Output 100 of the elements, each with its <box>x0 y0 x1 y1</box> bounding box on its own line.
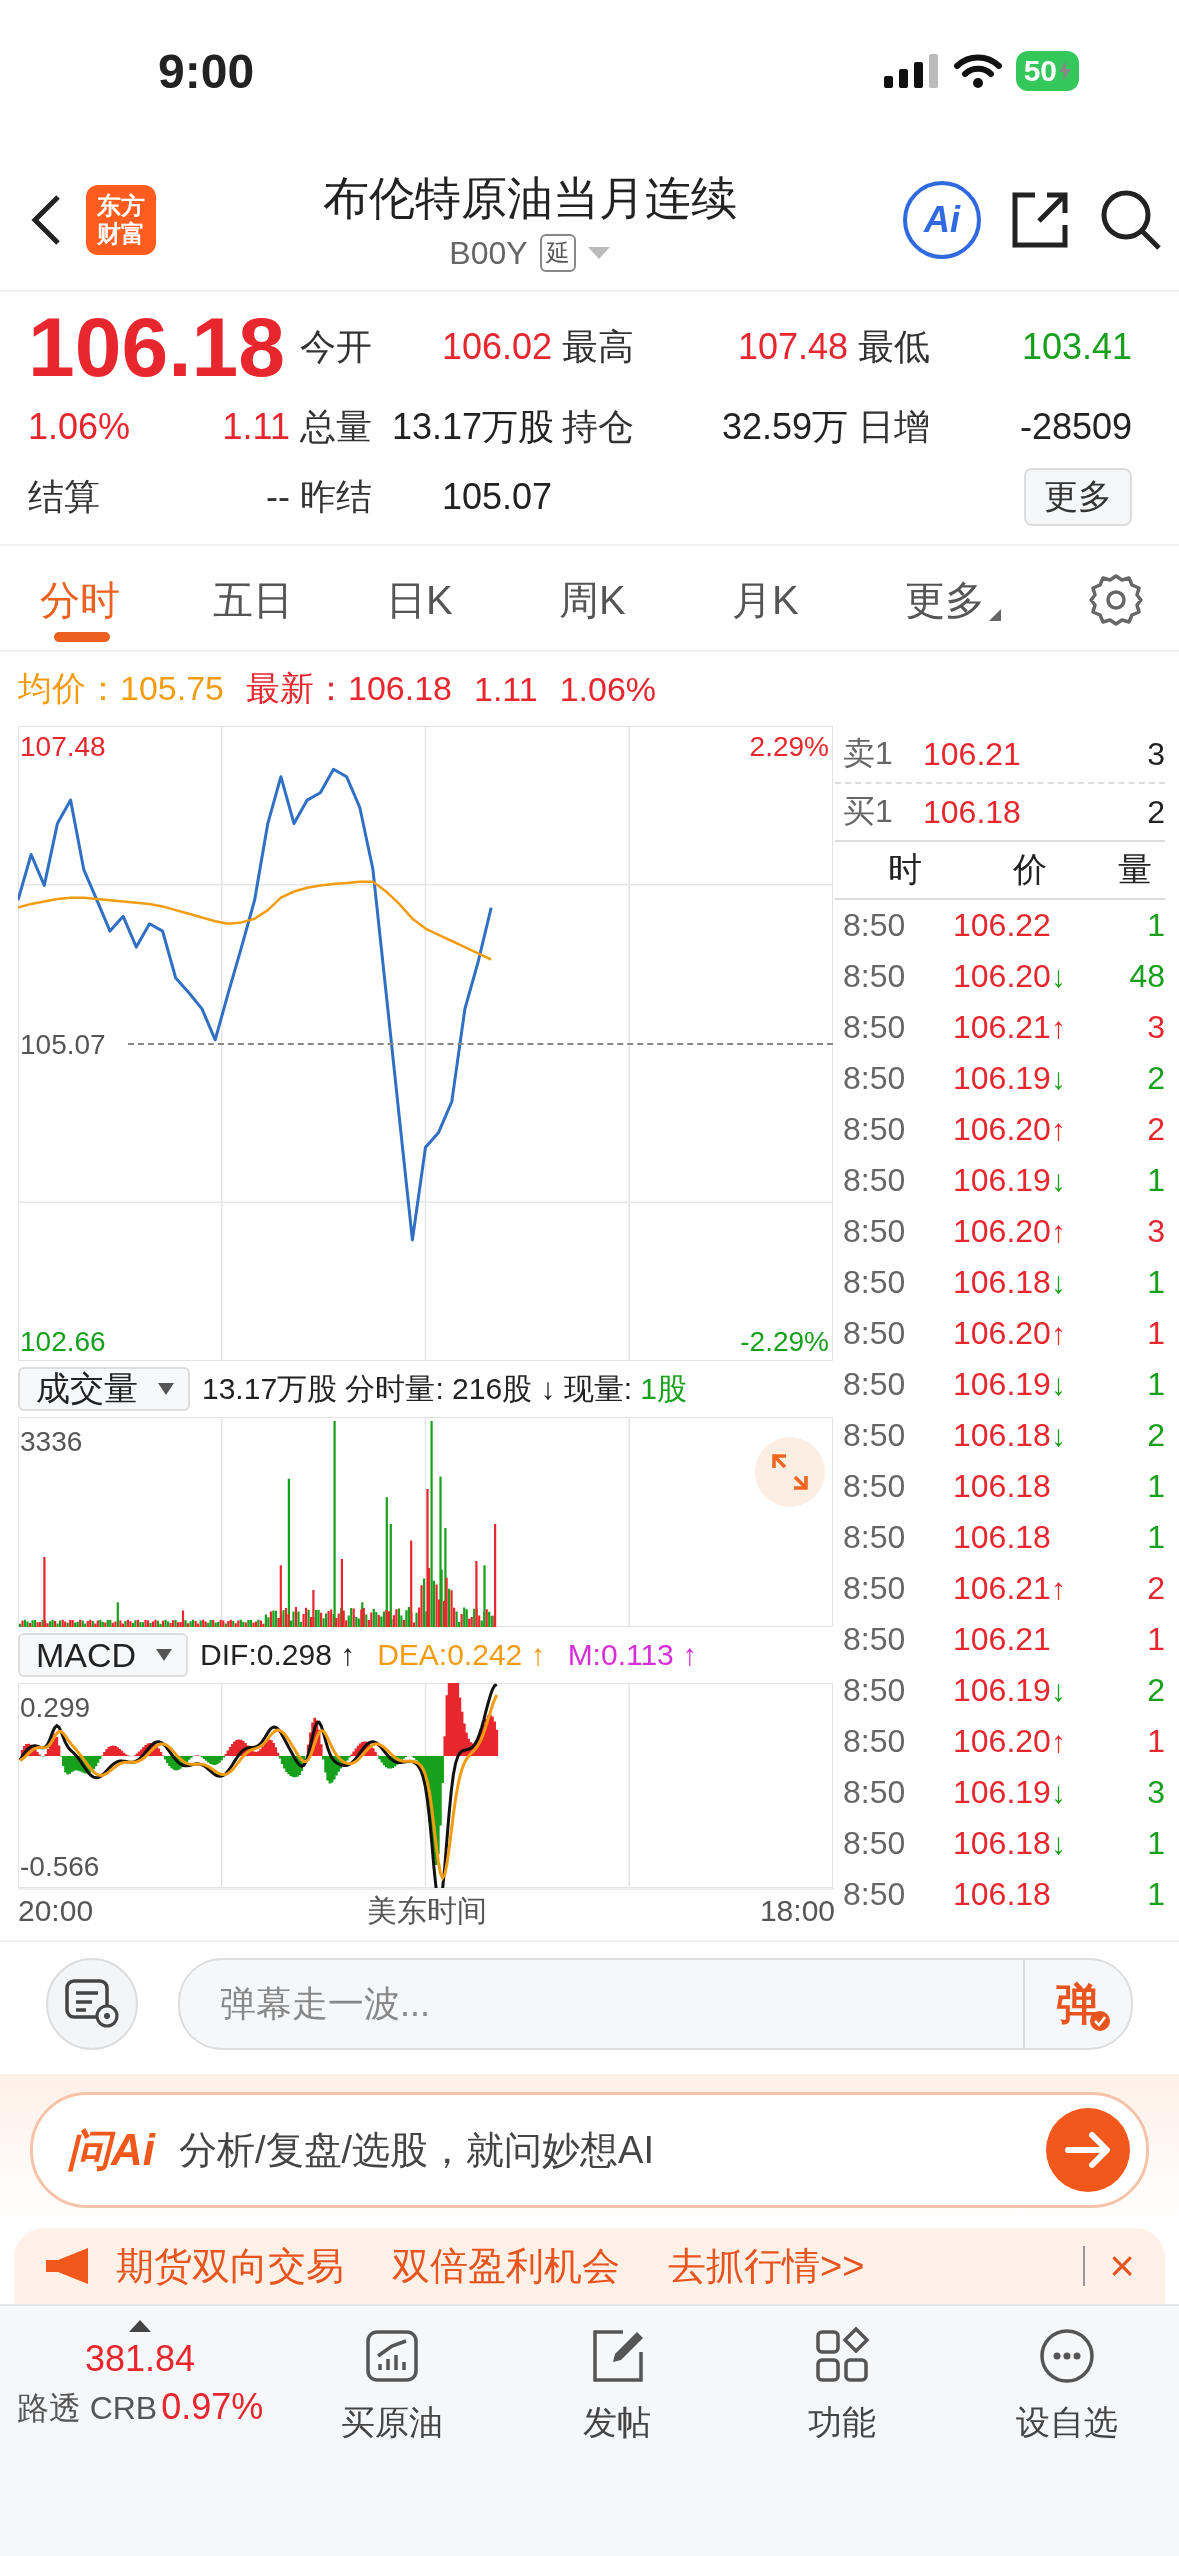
nav-item[interactable]: 功能 <box>729 2320 955 2446</box>
trend-arrow: ↑ <box>1050 1214 1066 1249</box>
latest-change: 1.11 <box>474 669 538 709</box>
chart-tab[interactable]: 月K <box>732 550 905 650</box>
tick-price: 106.21 <box>953 1621 1051 1658</box>
tick-volume: 2 <box>1146 1111 1165 1148</box>
tick-time: 8:50 <box>843 1621 907 1658</box>
ai-prompt-bar[interactable]: 问Ai 分析/复盘/选股，就问妙想AI <box>30 2092 1149 2208</box>
volume-summary: 13.17万股 分时量: 216股 ↓ 现量: <box>202 1370 633 1407</box>
order-price: 106.21 <box>923 735 1022 773</box>
tick-volume: 2 <box>1146 1672 1165 1709</box>
trend-arrow: ↓ <box>1050 1418 1066 1453</box>
chart-tab[interactable]: 日K <box>386 550 559 650</box>
signal-icon <box>883 54 940 88</box>
more-button[interactable]: 更多 <box>1024 468 1132 526</box>
back-icon[interactable] <box>30 194 62 246</box>
tick-volume: 1 <box>1146 907 1165 944</box>
nav-item[interactable]: 发帖 <box>504 2320 730 2446</box>
tick-time: 8:50 <box>843 1060 907 1097</box>
tick-time: 8:50 <box>843 1825 907 1862</box>
tick-volume: 1 <box>1146 1876 1165 1913</box>
wifi-icon <box>953 54 1002 88</box>
tick-volume: 1 <box>1146 1621 1165 1658</box>
chart-tab[interactable]: 五日 <box>213 550 386 650</box>
macd-axis-label: 0.299 <box>20 1692 91 1723</box>
tick-time: 8:50 <box>843 1111 907 1148</box>
tick-price: 106.18 <box>953 1468 1051 1505</box>
order-level-label: 卖1 <box>843 734 894 773</box>
stat-value: 103.41 <box>1020 326 1132 368</box>
last-price: 106.18 <box>28 302 286 392</box>
chart-tab[interactable]: 更多 <box>905 550 1078 650</box>
caret-icon <box>158 1383 174 1395</box>
tick-price: 106.19 <box>953 1060 1051 1097</box>
tick-price: 106.19 <box>953 1774 1051 1811</box>
order-volume: 3 <box>1146 735 1165 773</box>
nav-item[interactable]: 设自选 <box>954 2320 1179 2446</box>
tick-time: 8:50 <box>843 1570 907 1607</box>
tick-volume: 2 <box>1146 1060 1165 1097</box>
indicator-value: DEA:0.242 ↑ <box>377 1638 546 1672</box>
settings-icon[interactable] <box>1088 572 1144 628</box>
change-percent: 1.06% <box>28 406 131 448</box>
indicator-selector[interactable]: 成交量 <box>18 1367 190 1411</box>
tick-time: 8:50 <box>843 1672 907 1709</box>
nav-item[interactable]: 买原油 <box>280 2320 505 2446</box>
price-axis-label: 107.48 <box>20 730 106 762</box>
symbol-code: B00Y <box>449 234 528 272</box>
chart-tab[interactable]: 周K <box>559 550 732 650</box>
stat-value: -28509 <box>1018 406 1132 448</box>
tick-volume: 1 <box>1146 1519 1165 1556</box>
tick-time: 8:50 <box>843 1468 907 1505</box>
battery-indicator: 50 <box>1015 51 1079 91</box>
indicator-selector[interactable]: MACD <box>18 1633 189 1677</box>
volume-axis-label: 3336 <box>20 1426 83 1457</box>
expand-icon <box>770 1452 810 1492</box>
trend-arrow: ↓ <box>1050 1061 1066 1096</box>
trend-arrow: ↑ <box>1050 1112 1066 1147</box>
tick-price: 106.19 <box>953 1162 1051 1199</box>
stat-label: 持仓 <box>561 404 635 449</box>
trend-arrow: ↓ <box>1050 1367 1066 1402</box>
trend-arrow: ↓ <box>1050 1265 1066 1300</box>
tick-price: 106.21 <box>953 1009 1051 1046</box>
tick-price: 106.21 <box>953 1570 1051 1607</box>
trend-arrow: ↑ <box>1050 1316 1066 1351</box>
trend-arrow: ↑ <box>1050 1010 1066 1045</box>
column-header: 量 <box>1117 849 1153 890</box>
tick-volume: 3 <box>1146 1009 1165 1046</box>
stat-label: 昨结 <box>299 474 373 519</box>
ai-prompt-text: 分析/复盘/选股，就问妙想AI <box>179 2127 656 2173</box>
search-icon[interactable] <box>1099 188 1163 252</box>
tick-price: 106.20 <box>953 1213 1051 1250</box>
macd-axis-label: -0.566 <box>20 1851 100 1882</box>
tick-price: 106.18 <box>953 1825 1051 1862</box>
stat-label: 最高 <box>561 324 635 369</box>
indicator-value: M:0.113 ↑ <box>567 1638 698 1672</box>
banner-text: 去抓行情>> <box>668 2243 865 2289</box>
tick-time: 8:50 <box>843 958 907 995</box>
time-axis-label: 20:00 <box>18 1894 94 1928</box>
settle-value: -- <box>266 476 290 518</box>
current-volume: 1股 <box>640 1370 687 1407</box>
average-price: 均价：105.75 <box>18 668 224 709</box>
page-title: 布伦特原油当月连续 <box>322 171 737 226</box>
ai-button[interactable]: Ai <box>903 181 981 259</box>
list-settings-icon <box>64 1978 120 2030</box>
tick-volume: 1 <box>1146 1264 1165 1301</box>
column-header: 价 <box>1012 849 1048 890</box>
tick-time: 8:50 <box>843 1519 907 1556</box>
tick-time: 8:50 <box>843 907 907 944</box>
price-axis-label: 102.66 <box>20 1326 106 1358</box>
delay-badge: 延 <box>539 234 576 272</box>
trend-arrow: ↓ <box>1050 1163 1066 1198</box>
tick-price: 106.20 <box>953 1315 1051 1352</box>
tick-time: 8:50 <box>843 1723 907 1760</box>
trend-arrow: ↑ <box>1050 1724 1066 1759</box>
stat-label: 今开 <box>299 324 373 369</box>
ai-logo: 问Ai <box>67 2123 155 2176</box>
stat-label: 日增 <box>857 404 931 449</box>
price-axis-label: 105.07 <box>20 1028 106 1060</box>
tick-time: 8:50 <box>843 1264 907 1301</box>
index-ticker[interactable]: 381.84 路透 CRB0.97% <box>0 2320 280 2446</box>
tick-price: 106.20 <box>953 958 1051 995</box>
